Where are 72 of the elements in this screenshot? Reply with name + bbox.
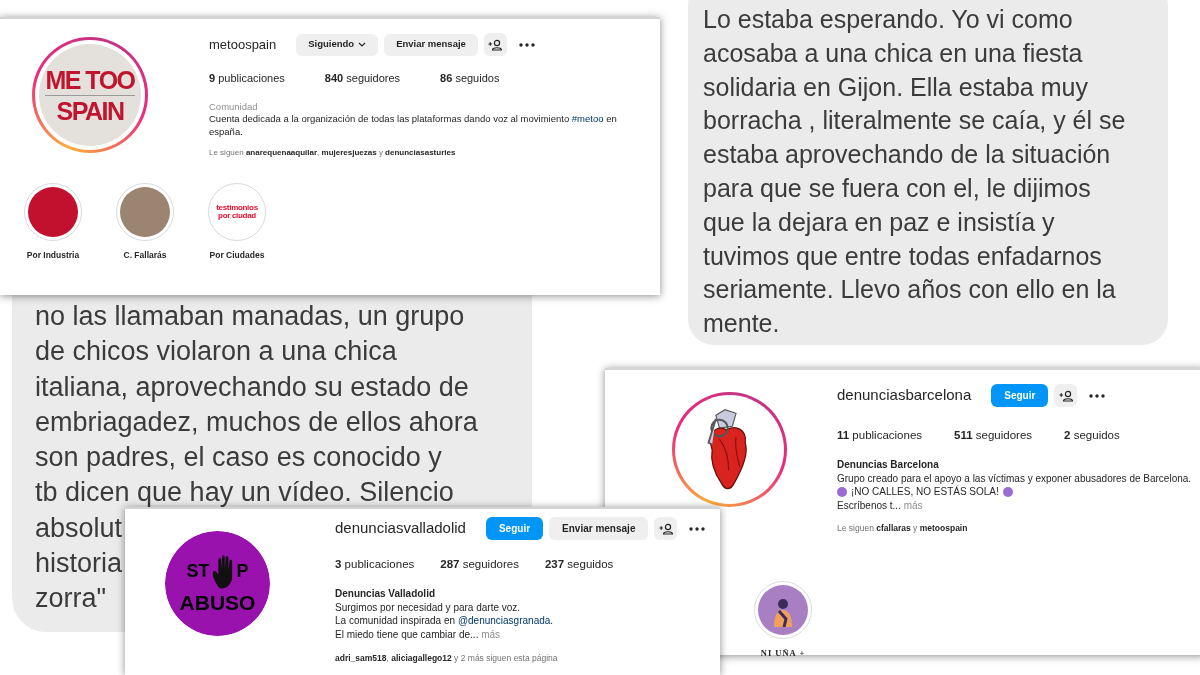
message-text-line: tuvimos que entre todas enfadarnos: [703, 240, 1102, 272]
message-text-line: mente.: [703, 308, 780, 340]
message-text-line: italiana, aprovechando su estado de: [35, 370, 469, 404]
add-person-button[interactable]: [483, 33, 507, 56]
story-highlight[interactable]: testimonios por ciudad: [208, 183, 266, 241]
bio-link[interactable]: #metoo: [571, 113, 604, 124]
message-text-line: zorra": [35, 582, 107, 616]
message-text-line: solidaria en Gijon. Ella estaba muy: [703, 71, 1088, 103]
highlight-label: Por Ciudades: [209, 249, 265, 262]
message-text-line: no las llamaban manadas, un grupo: [35, 300, 465, 333]
message-text-line: embriagadez, muchos de ellos ahora: [35, 405, 478, 439]
stat-text[interactable]: 511 seguidores: [954, 427, 1033, 445]
bio-text: ¡NO CALLES, NO ESTÁS SOLA!: [851, 485, 999, 499]
followed-by-text: adri_sam518, aliciagallego12 y 2 más siguen esta página: [335, 652, 559, 665]
stat-text[interactable]: 11 publicaciones: [837, 427, 923, 445]
message-text-line: absolut: [35, 511, 123, 545]
add-person-icon: [1058, 389, 1073, 402]
followed-by-text: Le siguen anarequenaaquilar, mujeresjuezas y denunciasasturies: [209, 147, 457, 159]
display-name: Denuncias Barcelona: [837, 458, 940, 472]
message-text-line: borracha , literalmente se caía, y él se: [703, 105, 1126, 137]
cover-text: testimonios por ciudad: [215, 204, 259, 220]
highlight-label: Por Industria: [26, 249, 80, 262]
chevron-down-icon: [358, 42, 367, 47]
message-text-line: que la dejara en paz e insistía y: [703, 206, 1055, 238]
highlight-label: NI UÑA +: [760, 647, 806, 660]
bio-text: Cuenta dedicada a la organización de todas las plataformas dando voz al movimiento #metoo en españa.: [209, 113, 618, 138]
stat-text[interactable]: 287 seguidores: [440, 556, 519, 574]
stat-text[interactable]: 86 seguidos: [440, 70, 500, 87]
message-text-line: seriamente. Llevo años con ello en la: [703, 274, 1116, 306]
username: metoospain: [209, 35, 277, 54]
logo-text: P: [236, 560, 249, 583]
message-button[interactable]: Enviar mensaje: [549, 517, 649, 540]
logo-text: ST: [186, 560, 210, 583]
logo-text: ME TOO: [45, 64, 135, 96]
story-ring-avatar[interactable]: ME TOO SPAIN: [32, 37, 148, 153]
more-link[interactable]: más: [903, 499, 923, 511]
message-text-line: historia: [35, 547, 123, 581]
message-text-line: tb dicen que hay un vídeo. Silencio: [35, 476, 454, 510]
message-text-line: de chicos violaron a una chica: [35, 335, 397, 369]
following-button[interactable]: Siguiendo: [296, 33, 379, 56]
more-options-icon[interactable]: [689, 526, 706, 531]
message-button[interactable]: Enviar mensaje: [384, 33, 478, 56]
bio-text: Surgimos por necesidad y para darte voz.: [335, 600, 522, 615]
logo-text: SPAIN: [56, 95, 124, 126]
stat-text[interactable]: 840 seguidores: [324, 70, 401, 87]
bio-text: La comunidad inspirada en @denunciasgranada.: [335, 614, 555, 628]
display-name: Denuncias Valladolid: [335, 587, 437, 601]
more-options-icon[interactable]: [518, 42, 535, 47]
add-person-icon: [658, 522, 673, 535]
logo-text: ABUSO: [179, 591, 256, 614]
highlight-label: C. Fallarás: [123, 249, 167, 262]
stat-text[interactable]: 9 publicaciones: [209, 70, 285, 87]
bio-text: Grupo creado para el apoyo a las víctimas y exponer abusadores de Barcelona.: [837, 471, 1193, 485]
bio-text: Escríbenos t... más: [837, 498, 924, 513]
message-text-line: Lo estaba esperando. Yo vi como: [703, 4, 1073, 35]
message-text-line: estaba aprovechando de la situación: [703, 139, 1111, 171]
add-person-button[interactable]: [654, 517, 678, 540]
message-text-line: son padres, el caso es conocido y: [35, 441, 442, 475]
stat-text[interactable]: 3 publicaciones: [335, 556, 415, 574]
message-text-line: acosaba a una chica en una fiesta: [703, 37, 1083, 69]
username: denunciasbarcelona: [837, 385, 972, 406]
bio-text: El miedo tiene que cambiar de... más: [335, 627, 502, 642]
more-options-icon[interactable]: [1089, 393, 1106, 398]
more-link[interactable]: más: [481, 628, 501, 640]
add-person-icon: [488, 38, 503, 51]
category-label: Comunidad: [209, 100, 259, 113]
message-text-line: para que se fuera con el, le dijimos: [703, 173, 1091, 204]
stat-text[interactable]: 237 seguidos: [544, 556, 614, 574]
add-person-button[interactable]: [1054, 384, 1078, 407]
followed-by-text: Le siguen cfallaras y metoospain: [837, 522, 969, 535]
stat-text[interactable]: 2 seguidos: [1064, 427, 1120, 445]
username: denunciasvalladolid: [335, 518, 466, 539]
